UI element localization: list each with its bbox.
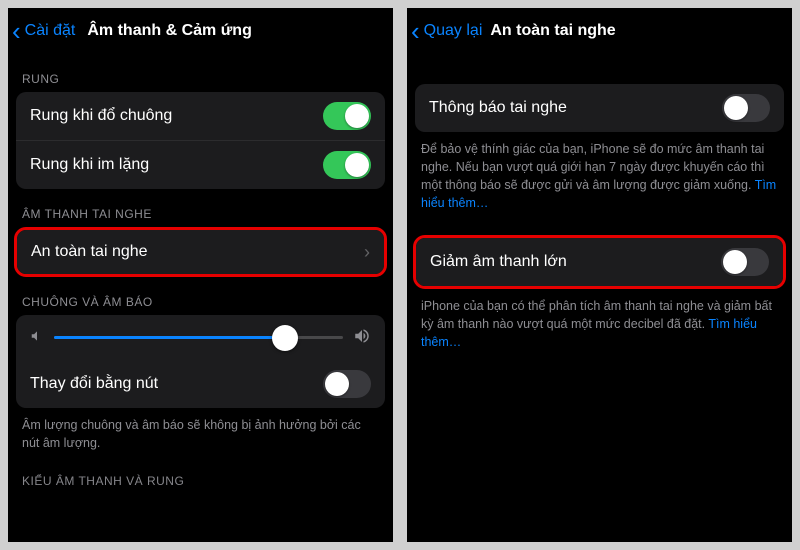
page-title: Âm thanh & Cảm ứng bbox=[87, 22, 387, 40]
group-vibration: Rung khi đổ chuông Rung khi im lặng bbox=[16, 92, 385, 189]
row-label: Giảm âm thanh lớn bbox=[430, 253, 567, 271]
navbar-left: ‹ Cài đặt Âm thanh & Cảm ứng bbox=[8, 8, 393, 54]
row-label: Thông báo tai nghe bbox=[429, 99, 567, 117]
row-headphone-notifications[interactable]: Thông báo tai nghe bbox=[415, 84, 784, 132]
toggle-vibrate-ring[interactable] bbox=[323, 102, 371, 130]
row-label: Rung khi im lặng bbox=[30, 156, 149, 174]
row-volume-slider bbox=[16, 315, 385, 360]
volume-low-icon bbox=[30, 329, 44, 346]
spacer bbox=[407, 54, 792, 84]
footer-ringer: Âm lượng chuông và âm báo sẽ không bị ản… bbox=[8, 408, 393, 456]
row-vibrate-on-ring[interactable]: Rung khi đổ chuông bbox=[16, 92, 385, 140]
volume-high-icon bbox=[353, 327, 371, 348]
navbar-right: ‹ Quay lại An toàn tai nghe bbox=[407, 8, 792, 54]
row-label: An toàn tai nghe bbox=[31, 243, 148, 261]
chevron-right-icon: › bbox=[364, 242, 370, 263]
row-headphone-safety[interactable]: An toàn tai nghe › bbox=[17, 230, 384, 274]
row-reduce-loud-sounds[interactable]: Giảm âm thanh lớn bbox=[416, 238, 783, 286]
highlight-box-reduce-loud: Giảm âm thanh lớn bbox=[413, 235, 786, 289]
footer-headphone-notifications: Để bảo vệ thính giác của bạn, iPhone sẽ … bbox=[407, 132, 792, 217]
toggle-knob-icon bbox=[325, 372, 349, 396]
highlight-box-headphone-safety: An toàn tai nghe › bbox=[14, 227, 387, 277]
footer-text: Để bảo vệ thính giác của bạn, iPhone sẽ … bbox=[421, 142, 765, 192]
back-chevron-icon[interactable]: ‹ bbox=[10, 18, 23, 44]
row-vibrate-on-silent[interactable]: Rung khi im lặng bbox=[16, 140, 385, 189]
back-chevron-icon[interactable]: ‹ bbox=[409, 18, 422, 44]
group-headphone-notifications: Thông báo tai nghe bbox=[415, 84, 784, 132]
toggle-reduce-loud[interactable] bbox=[721, 248, 769, 276]
group-headphone-safety: An toàn tai nghe › bbox=[17, 230, 384, 274]
spacer bbox=[407, 217, 792, 235]
group-ringer: Thay đổi bằng nút bbox=[16, 315, 385, 408]
phone-left-sounds: ‹ Cài đặt Âm thanh & Cảm ứng RUNG Rung k… bbox=[8, 8, 393, 542]
volume-slider[interactable] bbox=[54, 336, 343, 339]
toggle-vibrate-silent[interactable] bbox=[323, 151, 371, 179]
section-header-ringer: CHUÔNG VÀ ÂM BÁO bbox=[8, 277, 393, 315]
section-header-headphone-audio: ÂM THANH TAI NGHE bbox=[8, 189, 393, 227]
row-change-with-buttons[interactable]: Thay đổi bằng nút bbox=[16, 360, 385, 408]
group-reduce-loud: Giảm âm thanh lớn bbox=[416, 238, 783, 286]
phone-right-headphone-safety: ‹ Quay lại An toàn tai nghe Thông báo ta… bbox=[407, 8, 792, 542]
toggle-knob-icon bbox=[345, 104, 369, 128]
back-label[interactable]: Cài đặt bbox=[25, 22, 76, 40]
toggle-knob-icon bbox=[724, 96, 748, 120]
section-header-sounds-patterns: KIỂU ÂM THANH VÀ RUNG bbox=[8, 456, 393, 494]
toggle-knob-icon bbox=[723, 250, 747, 274]
footer-reduce-loud: iPhone của bạn có thể phân tích âm thanh… bbox=[407, 289, 792, 355]
page-title: An toàn tai nghe bbox=[490, 22, 786, 40]
slider-thumb-icon[interactable] bbox=[272, 325, 298, 351]
toggle-change-with-buttons[interactable] bbox=[323, 370, 371, 398]
toggle-headphone-notifications[interactable] bbox=[722, 94, 770, 122]
section-header-vibration: RUNG bbox=[8, 54, 393, 92]
row-label: Rung khi đổ chuông bbox=[30, 107, 172, 125]
back-label[interactable]: Quay lại bbox=[424, 22, 483, 40]
row-label: Thay đổi bằng nút bbox=[30, 375, 158, 393]
slider-fill bbox=[54, 336, 285, 339]
toggle-knob-icon bbox=[345, 153, 369, 177]
